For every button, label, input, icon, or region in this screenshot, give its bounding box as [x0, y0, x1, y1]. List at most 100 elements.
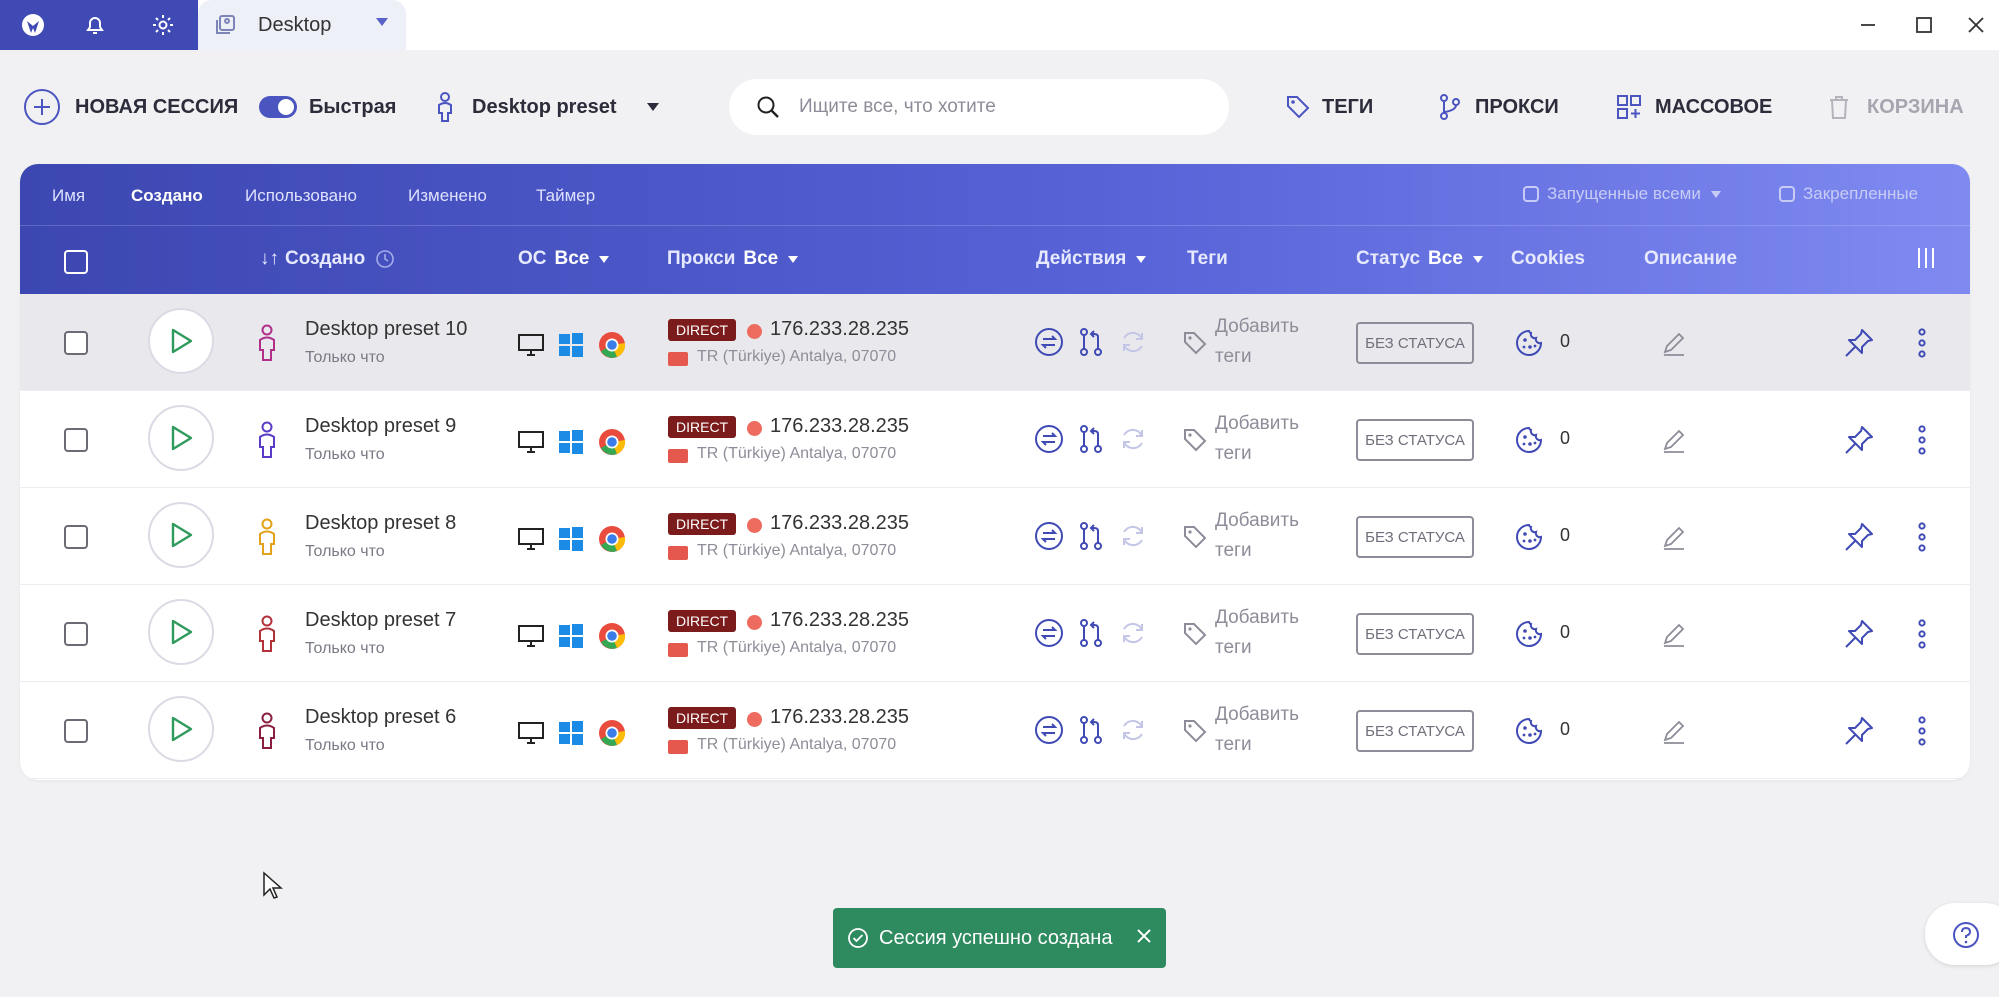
logo-icon[interactable] [0, 0, 66, 50]
col-actions[interactable]: Действия [1036, 248, 1147, 270]
col-proxy[interactable]: Прокси Все [667, 248, 799, 270]
profile-name[interactable]: Desktop preset 8 [305, 512, 456, 535]
table-row[interactable]: Desktop preset 7 Только что DIRECT 176.2… [20, 585, 1970, 682]
row-checkbox[interactable] [64, 331, 88, 355]
status-badge[interactable]: БЕЗ СТАТУСА [1356, 322, 1474, 364]
search-input[interactable] [799, 96, 1199, 118]
more-vertical-icon[interactable] [1915, 715, 1929, 747]
proxy-button[interactable]: ПРОКСИ [1437, 74, 1559, 140]
refresh-icon[interactable] [1117, 520, 1149, 552]
minimize-icon[interactable] [1845, 8, 1891, 42]
branch-swap-icon[interactable] [1075, 326, 1107, 358]
col-description[interactable]: Описание [1644, 248, 1737, 270]
row-checkbox[interactable] [64, 622, 88, 646]
sort-created[interactable]: Создано [131, 186, 203, 206]
col-os[interactable]: ОС Все [518, 248, 610, 270]
proxy-ip[interactable]: 176.233.28.235 [770, 609, 909, 632]
play-button[interactable] [148, 308, 214, 374]
status-badge[interactable]: БЕЗ СТАТУСА [1356, 419, 1474, 461]
edit-pencil-icon[interactable] [1660, 427, 1688, 455]
sort-used[interactable]: Использовано [245, 186, 357, 206]
trash-button[interactable]: КОРЗИНА [1827, 74, 1964, 140]
status-badge[interactable]: БЕЗ СТАТУСА [1356, 516, 1474, 558]
more-vertical-icon[interactable] [1915, 521, 1929, 553]
bulk-button[interactable]: МАССОВОЕ [1615, 74, 1772, 140]
edit-pencil-icon[interactable] [1660, 330, 1688, 358]
status-badge[interactable]: БЕЗ СТАТУСА [1356, 710, 1474, 752]
add-tags-link[interactable]: Добавить теги [1215, 312, 1315, 372]
tab-desktop[interactable]: Desktop [198, 0, 406, 50]
col-created[interactable]: ↓↑ Создано [260, 248, 395, 270]
pinned-checkbox[interactable] [1779, 186, 1795, 202]
refresh-icon[interactable] [1117, 714, 1149, 746]
edit-pencil-icon[interactable] [1660, 621, 1688, 649]
play-button[interactable] [148, 502, 214, 568]
sort-name[interactable]: Имя [52, 186, 85, 206]
sort-modified[interactable]: Изменено [408, 186, 487, 206]
more-vertical-icon[interactable] [1915, 424, 1929, 456]
search-box[interactable] [729, 79, 1229, 135]
running-all-filter[interactable]: Запущенные всеми [1523, 184, 1721, 204]
bell-icon[interactable] [62, 0, 128, 50]
transfer-icon[interactable] [1033, 617, 1065, 649]
row-checkbox[interactable] [64, 428, 88, 452]
transfer-icon[interactable] [1033, 423, 1065, 455]
edit-pencil-icon[interactable] [1660, 718, 1688, 746]
table-row[interactable]: Desktop preset 8 Только что DIRECT 176.2… [20, 488, 1970, 585]
transfer-icon[interactable] [1033, 714, 1065, 746]
profile-name[interactable]: Desktop preset 6 [305, 706, 456, 729]
proxy-ip[interactable]: 176.233.28.235 [770, 415, 909, 438]
edit-pencil-icon[interactable] [1660, 524, 1688, 552]
proxy-ip[interactable]: 176.233.28.235 [770, 318, 909, 341]
profile-name[interactable]: Desktop preset 7 [305, 609, 456, 632]
more-vertical-icon[interactable] [1915, 618, 1929, 650]
profile-name[interactable]: Desktop preset 10 [305, 318, 467, 341]
column-settings-icon[interactable] [1915, 246, 1937, 270]
sort-timer[interactable]: Таймер [536, 186, 595, 206]
refresh-icon[interactable] [1117, 617, 1149, 649]
refresh-icon[interactable] [1117, 326, 1149, 358]
select-all-checkbox[interactable] [64, 250, 88, 274]
play-button[interactable] [148, 405, 214, 471]
branch-swap-icon[interactable] [1075, 617, 1107, 649]
add-tags-link[interactable]: Добавить теги [1215, 506, 1315, 566]
preset-select[interactable]: Desktop preset [434, 74, 659, 140]
maximize-icon[interactable] [1901, 8, 1947, 42]
table-row[interactable]: Desktop preset 9 Только что DIRECT 176.2… [20, 391, 1970, 488]
proxy-ip[interactable]: 176.233.28.235 [770, 706, 909, 729]
status-badge[interactable]: БЕЗ СТАТУСА [1356, 613, 1474, 655]
col-status[interactable]: Статус Все [1356, 248, 1483, 270]
refresh-icon[interactable] [1117, 423, 1149, 455]
add-tags-link[interactable]: Добавить теги [1215, 700, 1315, 760]
branch-swap-icon[interactable] [1075, 520, 1107, 552]
pin-icon[interactable] [1842, 520, 1876, 554]
gear-icon[interactable] [130, 0, 196, 50]
close-icon[interactable] [1134, 926, 1154, 946]
row-checkbox[interactable] [64, 525, 88, 549]
pin-icon[interactable] [1842, 423, 1876, 457]
transfer-icon[interactable] [1033, 326, 1065, 358]
close-icon[interactable] [1953, 8, 1999, 42]
play-button[interactable] [148, 599, 214, 665]
tags-button[interactable]: ТЕГИ [1284, 74, 1373, 140]
tab-dropdown-icon[interactable] [376, 18, 388, 26]
row-checkbox[interactable] [64, 719, 88, 743]
transfer-icon[interactable] [1033, 520, 1065, 552]
proxy-ip[interactable]: 176.233.28.235 [770, 512, 909, 535]
profile-name[interactable]: Desktop preset 9 [305, 415, 456, 438]
play-button[interactable] [148, 696, 214, 762]
toggle-switch[interactable] [259, 96, 297, 118]
new-session-button[interactable]: НОВАЯ СЕССИЯ [23, 74, 238, 140]
add-tags-link[interactable]: Добавить теги [1215, 603, 1315, 663]
running-all-checkbox[interactable] [1523, 186, 1539, 202]
col-cookies[interactable]: Cookies [1511, 248, 1585, 270]
help-button[interactable] [1925, 903, 1999, 965]
pin-icon[interactable] [1842, 617, 1876, 651]
branch-swap-icon[interactable] [1075, 423, 1107, 455]
fast-toggle[interactable]: Быстрая [259, 74, 396, 140]
branch-swap-icon[interactable] [1075, 714, 1107, 746]
pin-icon[interactable] [1842, 326, 1876, 360]
table-row[interactable]: Desktop preset 10 Только что DIRECT 176.… [20, 294, 1970, 391]
pinned-filter[interactable]: Закрепленные [1779, 184, 1918, 204]
col-tags[interactable]: Теги [1187, 248, 1228, 270]
